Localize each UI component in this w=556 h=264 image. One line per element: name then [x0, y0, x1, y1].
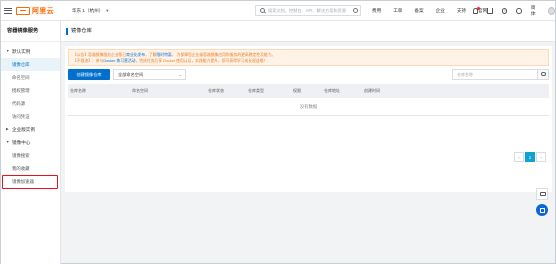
filter-search-button[interactable] [537, 70, 548, 79]
sidebar-item-code-source[interactable]: 代码源 [1, 97, 60, 110]
sidebar-title: 容器镜像服务 [1, 21, 60, 42]
nav-link-enterprise[interactable]: 企业 [436, 8, 445, 14]
cart-icon[interactable] [487, 8, 493, 14]
sidebar-group-label: 镜像中心 [12, 140, 31, 145]
sidebar-item-image-accelerator[interactable]: 镜像加速器 [1, 175, 60, 189]
filter-placeholder: 仓库名称 [457, 72, 473, 77]
content-panel: 【公告】容器镜像服务企业版已商业化发布，了解限时特惠。 为保障您企业级容器镜像应… [65, 46, 552, 192]
sidebar-group-default-instance[interactable]: ▼ 默认实例 [1, 45, 60, 58]
notification-dot [477, 7, 481, 10]
chevron-down-icon: ⌄ [178, 72, 182, 77]
logo[interactable]: 阿里云 [16, 6, 54, 16]
page-header: 镜像仓库 [61, 21, 555, 42]
sidebar: 容器镜像服务 ▼ 默认实例 镜像仓库 命名空间 授权管理 代码源 访问凭证 ▶ … [1, 21, 61, 264]
page-title: 镜像仓库 [71, 28, 92, 34]
notice-link-offer[interactable]: 限时特惠 [157, 53, 172, 57]
grid-icon [539, 207, 545, 213]
region-selector[interactable]: 华东 1（杭州） ▼ [72, 8, 109, 14]
toolbar: 创建镜像仓库 全部命名空间 ⌄ 仓库名称 [68, 69, 549, 80]
feedback-chat-button[interactable] [536, 188, 548, 200]
caret-down-icon: ▼ [6, 140, 10, 144]
logo-mark-icon [16, 6, 30, 15]
nav-link-support[interactable]: 支持 [457, 8, 466, 14]
column-header[interactable]: 命名空间 [130, 84, 206, 98]
caret-down-icon: ▼ [6, 49, 10, 53]
create-repository-button[interactable]: 创建镜像仓库 [68, 69, 110, 80]
nav-link-billing[interactable]: 费用 [372, 8, 381, 14]
notice-text: ，了解 [145, 53, 157, 57]
search-icon [260, 8, 265, 13]
nav-link-ticket[interactable]: 工单 [393, 8, 402, 14]
avatar[interactable] [547, 7, 556, 15]
sidebar-item-namespaces[interactable]: 命名空间 [1, 71, 60, 84]
menu-icon[interactable] [4, 7, 12, 15]
sidebar-item-authorization[interactable]: 授权管理 [1, 84, 60, 97]
top-bar: 阿里云 华东 1（杭州） ▼ 搜索文档、控制台、API、解决方案和资源 费用 工… [1, 1, 556, 21]
table-header: 仓库名称 命名空间 仓库状态 仓库类型 权限 仓库地址 创建时间 [68, 84, 549, 98]
caret-right-icon: ▶ [6, 127, 9, 131]
search-placeholder: 搜索文档、控制台、API、解决方案和资源 [268, 7, 346, 13]
sidebar-item-image-search[interactable]: 镜像搜索 [1, 149, 60, 162]
notice-banner: 【公告】容器镜像服务企业版已商业化发布，了解限时特惠。 为保障您企业级容器镜像应… [68, 49, 549, 66]
notice-text: 。 为保障您企业级容器镜像应用和服务的更高稳定性及能力。 [171, 53, 276, 57]
column-header[interactable]: 仓库地址 [322, 84, 362, 98]
sidebar-group-enterprise-instance[interactable]: ▶ 企业版实例 [1, 123, 60, 136]
namespace-select[interactable]: 全部命名空间 ⌄ [113, 69, 186, 80]
top-icons: ? 简体 [473, 1, 556, 21]
repository-name-filter[interactable]: 仓库名称 [452, 69, 549, 80]
search-icon [541, 71, 546, 76]
namespace-select-value: 全部命名空间 [118, 72, 144, 77]
column-header[interactable]: 仓库类型 [246, 84, 291, 98]
notice-text: 【不限流】：参与 [73, 59, 104, 63]
sidebar-group-image-center[interactable]: ▼ 镜像中心 [1, 136, 60, 149]
column-header[interactable]: 权限 [291, 84, 322, 98]
column-header[interactable]: 创建时间 [362, 84, 422, 98]
notice-link-docker-camp[interactable]: Docker 练习营活动 [103, 59, 135, 63]
globe-icon[interactable] [516, 8, 522, 14]
search-button-icon[interactable] [353, 8, 358, 13]
sidebar-group-label: 默认实例 [12, 49, 31, 54]
nav-link-icp[interactable]: 备案 [414, 8, 423, 14]
sidebar-item-credentials[interactable]: 访问凭证 [1, 110, 60, 123]
main-content: 镜像仓库 【公告】容器镜像服务企业版已商业化发布，了解限时特惠。 为保障您企业级… [61, 21, 555, 264]
column-header[interactable]: 仓库状态 [206, 84, 246, 98]
notice-line-2: 【不限流】：参与Docker 练习营活动，完成任务后享 Docker 使用认证，… [73, 58, 544, 64]
region-label: 华东 1（杭州） [71, 7, 104, 13]
chevron-down-icon: ▼ [105, 8, 110, 13]
console-frame: 阿里云 华东 1（杭州） ▼ 搜索文档、控制台、API、解决方案和资源 费用 工… [0, 0, 556, 264]
title-accent-bar [66, 28, 68, 35]
repository-table: 仓库名称 命名空间 仓库状态 仓库类型 权限 仓库地址 创建时间 没有数据 [68, 84, 549, 116]
logo-text: 阿里云 [32, 7, 54, 15]
next-page-button[interactable]: › [536, 152, 546, 162]
prev-page-button[interactable]: ‹ [514, 152, 524, 162]
sidebar-item-favorites[interactable]: 我的收藏 [1, 162, 60, 175]
help-icon[interactable]: ? [501, 8, 508, 14]
bell-icon[interactable] [473, 7, 481, 14]
empty-state: 没有数据 [68, 98, 549, 116]
column-header[interactable]: 仓库名称 [68, 84, 130, 98]
notice-text: ，完成任务后享 Docker 使用认证，实践能力提升，即可获得学习成长权益哦！ [135, 59, 268, 63]
sidebar-item-repositories[interactable]: 镜像仓库 [1, 58, 60, 71]
quick-tools-button[interactable] [536, 204, 548, 216]
pagination: ‹ 1 › [514, 152, 546, 162]
page-number-current[interactable]: 1 [525, 152, 535, 162]
language-label[interactable]: 简体 [531, 5, 539, 17]
global-search[interactable]: 搜索文档、控制台、API、解决方案和资源 [255, 5, 361, 16]
notice-text: 【公告】容器镜像服务企业版已 [73, 53, 127, 57]
notice-link-commercial[interactable]: 商业化发布 [126, 53, 145, 57]
chat-icon [539, 192, 546, 196]
sidebar-group-label: 企业版实例 [12, 127, 35, 132]
